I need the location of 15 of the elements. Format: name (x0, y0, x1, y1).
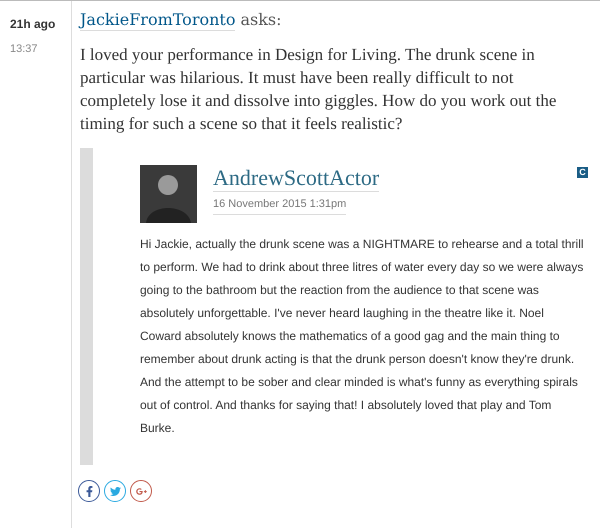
post-time: 13:37 (10, 42, 39, 57)
share-button[interactable] (78, 480, 100, 502)
author-link[interactable]: JackieFromToronto (80, 10, 236, 31)
facebook-icon (84, 486, 94, 496)
reply-author-link[interactable]: AndrewScottActor (213, 165, 380, 192)
share-button[interactable] (130, 480, 152, 502)
reply-date: 16 November 2015 1:31pm (213, 196, 346, 214)
bird-icon (110, 486, 120, 496)
asks-label: asks: (240, 10, 282, 31)
reply-text: Hi Jackie, actually the drunk scene was a NIGHTMARE to rehearse and a total thrill to perform. We had to drink about three litres of water every day so we were always going to the bathroom but the reaction from the audience to that scene was absolutely unforgettable. I've never heard laughing in the theatre like it. Noel Coward absolutely knows the mathematics of a good gag and the main thing to remember about drunk acting is that the drunk person doesn't know they're drunk. And the attempt to be sober and clear minded is what's funny as everything spirals out of control. And thanks for saying that! I absolutely loved that play and Tom Burke. (140, 236, 585, 437)
question-text: I loved your performance in Design for Living. The drunk scene in particular was hilarious. It must have been really difficult to not completely lose it and dissolve into giggles. How do you work out the timing for such a scene so that it feels realistic? (80, 44, 558, 135)
post-age: 21h ago (10, 16, 56, 33)
avatar (140, 165, 197, 223)
google-plus-icon (136, 486, 146, 496)
contributor-badge: C (577, 167, 588, 178)
